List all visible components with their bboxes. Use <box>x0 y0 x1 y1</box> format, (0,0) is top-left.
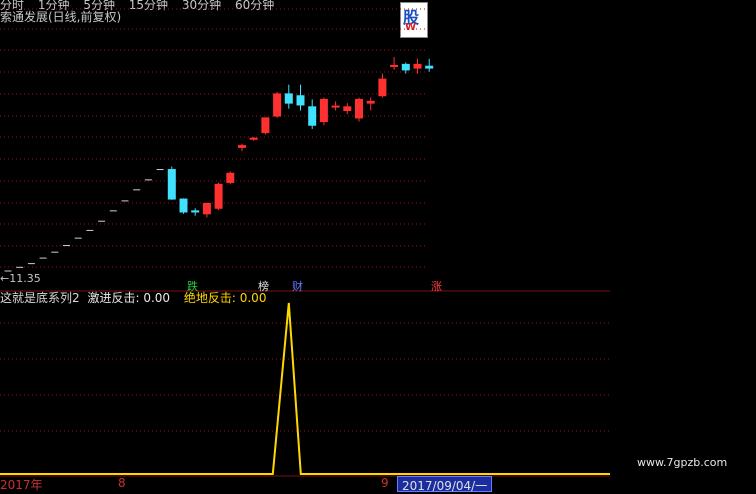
candle-body-up <box>378 78 387 97</box>
candle-body-down <box>401 63 410 71</box>
candle-body-up <box>261 117 270 134</box>
candle-body-up <box>238 145 246 148</box>
candle-body-up <box>214 183 223 209</box>
candle-body-up <box>343 106 352 112</box>
event-tag-rise[interactable]: 涨 <box>430 278 443 294</box>
candle-body-down <box>167 169 176 200</box>
indicator-value-aggressive: 激进反击: 0.00 <box>87 291 171 305</box>
axis-month-label-left: 8 <box>118 476 126 490</box>
candle-body-down <box>179 198 188 213</box>
low-price-label: ←11.35 <box>0 272 41 285</box>
date-cursor-readout: 2017/09/04/一 <box>397 476 493 493</box>
candle-body-down <box>191 210 200 213</box>
candle-body-down <box>284 93 293 104</box>
kline-chart[interactable] <box>0 0 756 487</box>
candle-body-down <box>296 95 305 106</box>
candle-body-up <box>355 98 363 119</box>
candle-body-down <box>425 65 434 69</box>
candle-body-up <box>319 98 328 123</box>
axis-month-label-right: 9 <box>381 476 389 490</box>
candle-body-up <box>366 100 375 104</box>
indicator-series-line <box>0 302 610 475</box>
axis-year-label: 2017年 <box>0 478 43 492</box>
watermark: www.7gpzb.com <box>637 456 728 469</box>
candle-body-up <box>331 105 340 108</box>
indicator-name[interactable]: 这就是底系列2 <box>0 291 80 305</box>
candle-body-up <box>413 63 422 69</box>
indicator-value-desperate: 绝地反击: 0.00 <box>183 291 267 305</box>
candle-body-up <box>390 64 399 67</box>
candle-body-up <box>202 202 211 215</box>
candle-body-up <box>226 172 235 183</box>
candle-body-up <box>249 137 258 140</box>
candle-body-down <box>308 106 317 126</box>
indicator-title: 这就是底系列2 激进反击: 0.00 绝地反击: 0.00 <box>0 289 266 306</box>
candle-body-up <box>273 93 282 117</box>
event-tag-finance[interactable]: 财 <box>291 278 304 294</box>
